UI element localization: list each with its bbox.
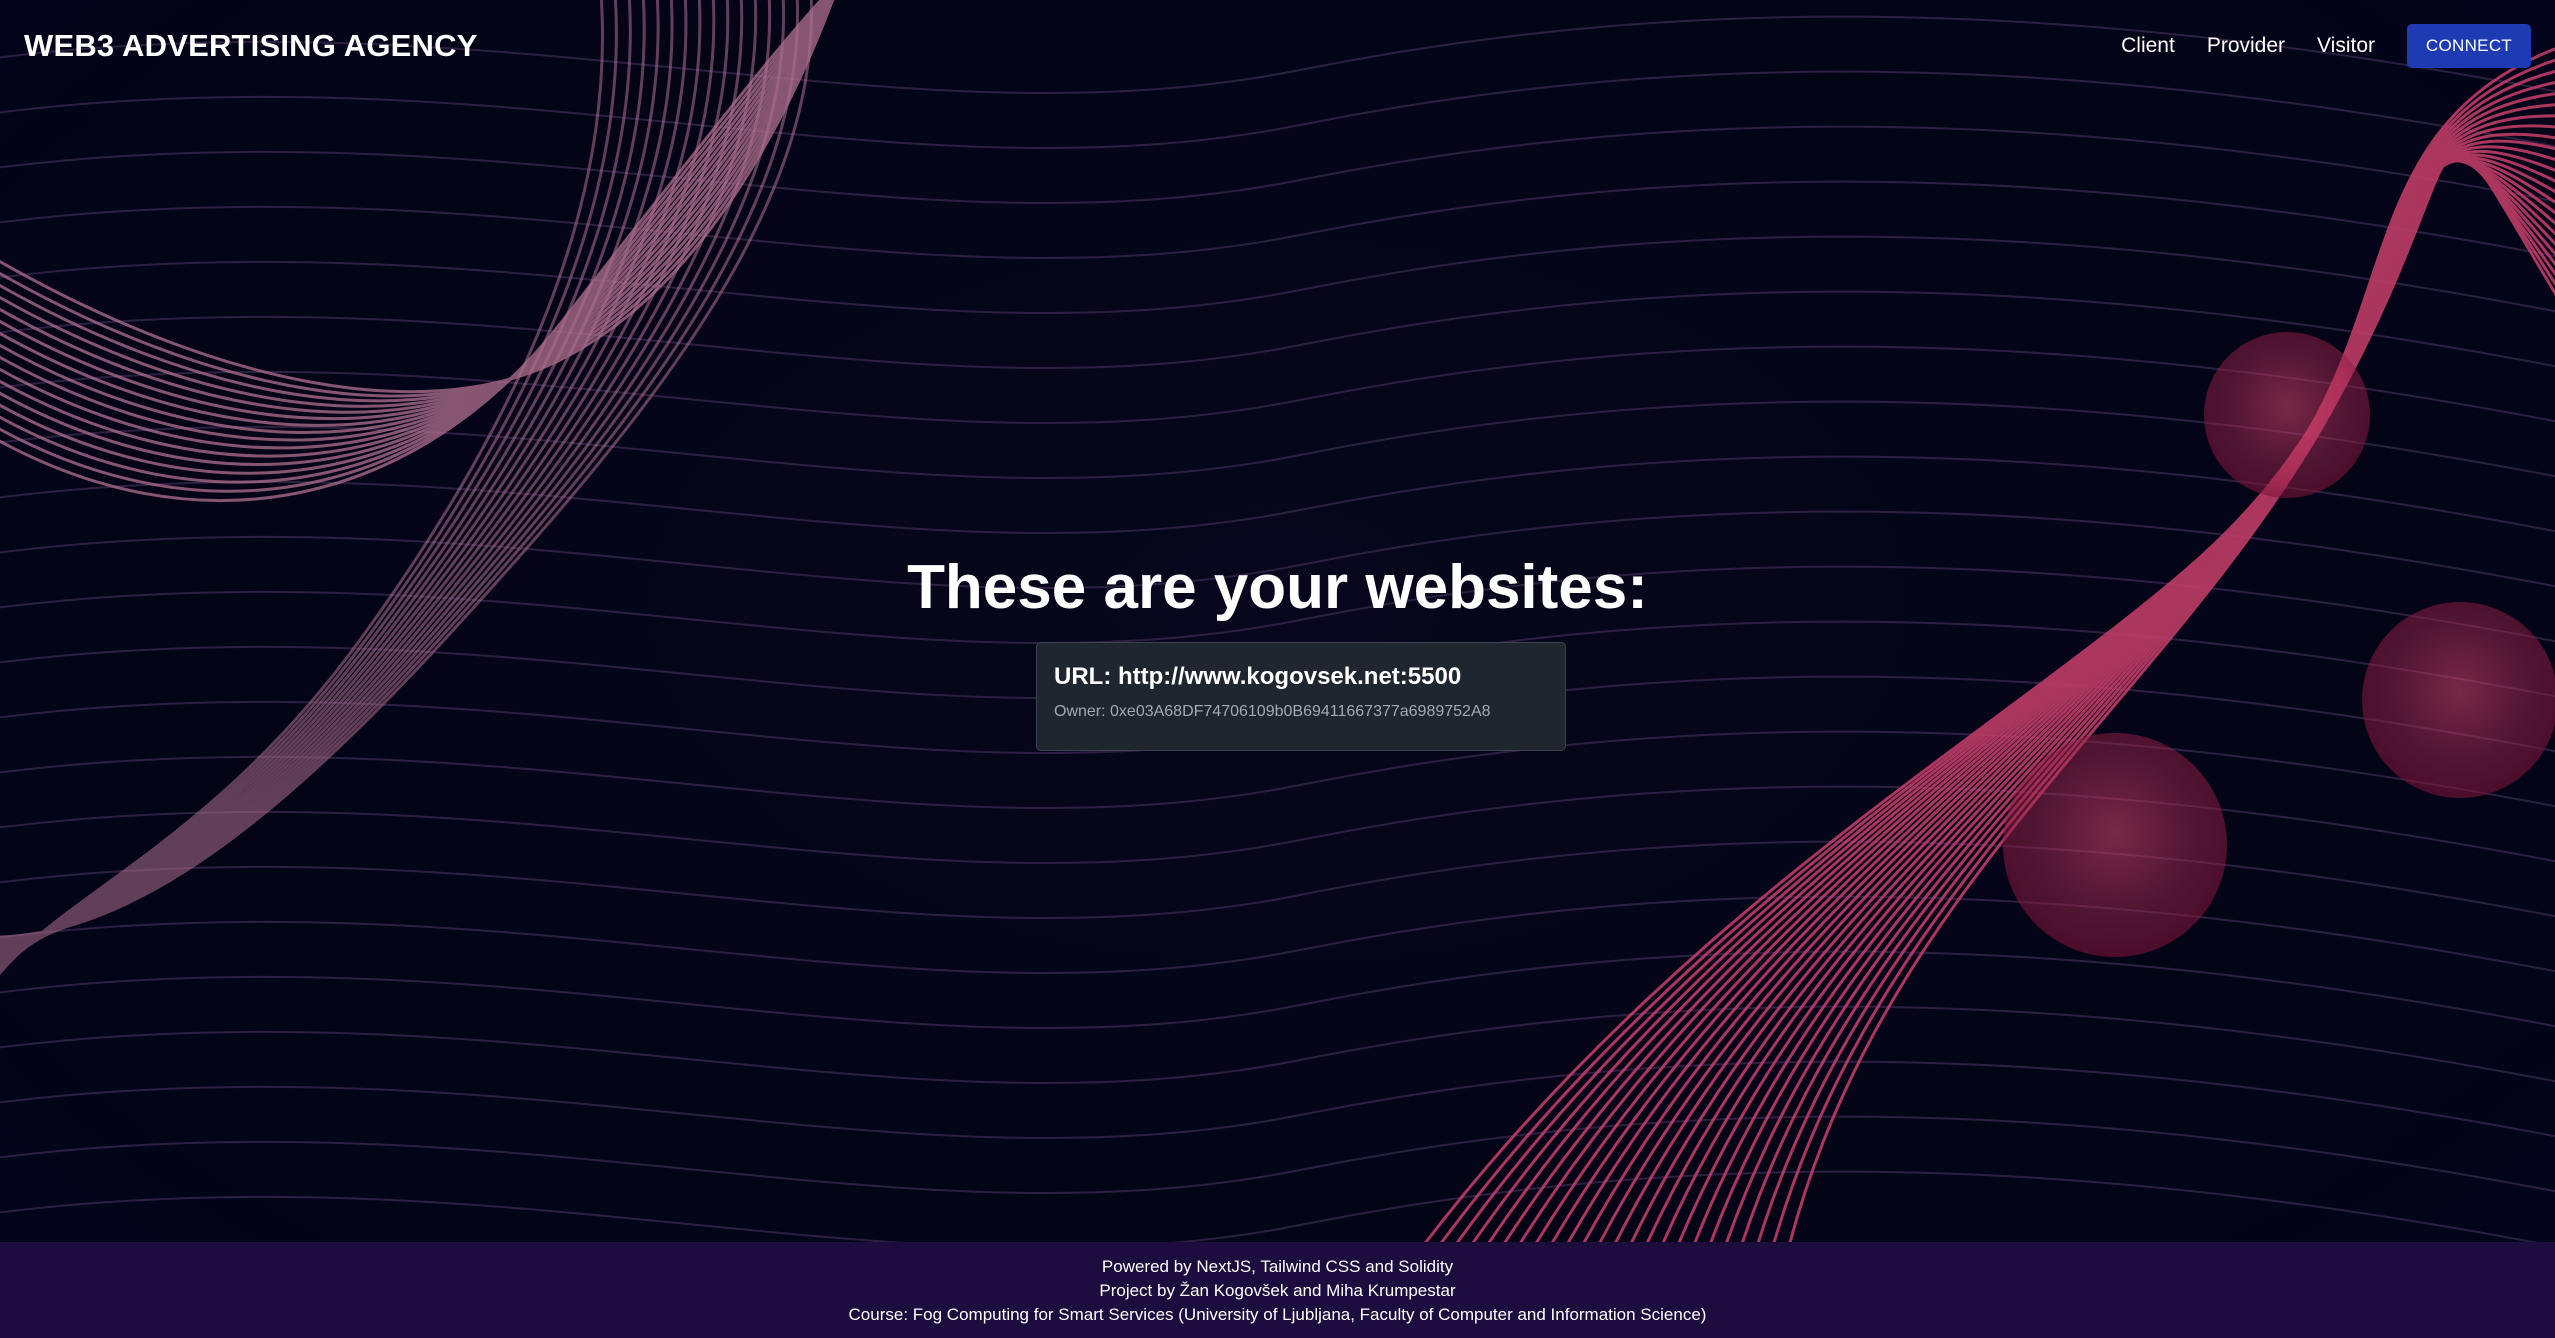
page: WEB3 ADVERTISING AGENCY Client Provider … [0,0,2555,1338]
footer-powered-by: Powered by NextJS, Tailwind CSS and Soli… [1101,1257,1454,1276]
footer: Powered by NextJS, Tailwind CSS and Soli… [0,1242,2555,1338]
page-title: These are your websites: [907,553,1648,622]
footer-course-info: Course: Fog Computing for Smart Services… [848,1305,1707,1324]
main-content: These are your websites: URL: http://www… [0,0,2555,1242]
footer-project-authors: Project by Žan Kogovšek and Miha Krumpes… [1099,1281,1456,1300]
website-owner-address: Owner: 0xe03A68DF74706109b0B69411667377a… [1054,703,1491,720]
website-url: URL: http://www.kogovsek.net:5500 [1054,663,1462,690]
website-card[interactable]: URL: http://www.kogovsek.net:5500 Owner:… [1036,642,1566,751]
